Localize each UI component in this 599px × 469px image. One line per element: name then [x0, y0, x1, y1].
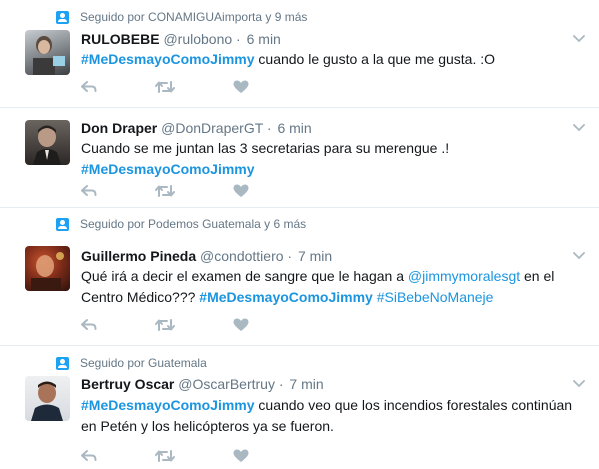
display-name[interactable]: RULOBEBE: [81, 31, 160, 47]
timestamp[interactable]: 6 min: [277, 120, 311, 136]
tweet-text-segment: Cuando se me juntan las 3 secretarias pa…: [81, 140, 450, 156]
context-line: Seguido por Guatemala: [56, 356, 207, 370]
retweet-icon[interactable]: [155, 184, 175, 198]
heart-icon[interactable]: [233, 318, 249, 332]
hashtag-link[interactable]: #SiBebeNoManeje: [377, 289, 494, 305]
timestamp[interactable]: 7 min: [298, 248, 332, 264]
avatar[interactable]: [25, 30, 70, 75]
person-icon: [56, 10, 69, 24]
tweet-text: Qué irá a decir el examen de sangre que …: [81, 266, 581, 308]
tweet-text: #MeDesmayoComoJimmy cuando le gusto a la…: [81, 49, 581, 70]
separator-dot: ·: [287, 248, 293, 264]
avatar-image: [33, 36, 65, 75]
separator-dot: ·: [278, 376, 284, 392]
person-icon: [56, 356, 69, 370]
avatar-image: [31, 252, 64, 291]
tweet[interactable]: Seguido por Guatemala Bertruy Oscar @Osc…: [0, 346, 599, 469]
context-line: Seguido por CONAMIGUAimporta y 9 más: [56, 10, 307, 24]
user-handle[interactable]: @rulobono: [163, 31, 232, 47]
heart-icon[interactable]: [233, 184, 249, 198]
display-name[interactable]: Guillermo Pineda: [81, 248, 196, 264]
reply-icon[interactable]: [81, 80, 97, 94]
chevron-down-icon[interactable]: [573, 35, 585, 43]
tweet-actions: [81, 449, 307, 463]
tweet-text-segment: cuando le gusto a la que me gusta. :O: [254, 51, 496, 67]
user-handle[interactable]: @OscarBertruy: [178, 376, 275, 392]
retweet-icon[interactable]: [155, 318, 175, 332]
chevron-down-icon[interactable]: [573, 380, 585, 388]
user-handle[interactable]: @condottiero: [200, 248, 283, 264]
tweet-header: RULOBEBE @rulobono · 6 min: [81, 31, 281, 47]
tweet-header: Don Draper @DonDraperGT · 6 min: [81, 120, 312, 136]
person-icon: [56, 217, 69, 231]
chevron-down-icon[interactable]: [573, 252, 585, 260]
hashtag-link[interactable]: #MeDesmayoComoJimmy: [81, 397, 255, 413]
hashtag-link[interactable]: #MeDesmayoComoJimmy: [81, 51, 255, 67]
user-handle[interactable]: @DonDraperGT: [161, 120, 263, 136]
timestamp[interactable]: 6 min: [247, 31, 281, 47]
retweet-icon[interactable]: [155, 449, 175, 463]
separator-dot: ·: [236, 31, 241, 47]
tweet-header: Bertruy Oscar @OscarBertruy · 7 min: [81, 376, 324, 392]
context-text: Seguido por CONAMIGUAimporta y 9 más: [80, 10, 308, 24]
avatar[interactable]: [25, 246, 70, 291]
tweet[interactable]: Don Draper @DonDraperGT · 6 min Cuando s…: [0, 108, 599, 208]
tweet-text-segment: Qué irá a decir el examen de sangre que …: [81, 268, 408, 284]
reply-icon[interactable]: [81, 318, 97, 332]
tweet-actions: [81, 184, 307, 198]
avatar[interactable]: [25, 120, 70, 165]
hashtag-link[interactable]: #MeDesmayoComoJimmy: [199, 289, 373, 305]
avatar-image: [31, 381, 63, 421]
timestamp[interactable]: 7 min: [289, 376, 323, 392]
context-text: Seguido por Podemos Guatemala y 6 más: [80, 217, 307, 231]
retweet-icon[interactable]: [155, 80, 175, 94]
display-name[interactable]: Bertruy Oscar: [81, 376, 174, 392]
context-text: Seguido por Guatemala: [80, 356, 207, 370]
avatar[interactable]: [25, 376, 70, 421]
chevron-down-icon[interactable]: [573, 124, 585, 132]
hashtag-link[interactable]: #MeDesmayoComoJimmy: [81, 161, 255, 177]
avatar-image: [33, 125, 61, 165]
context-line: Seguido por Podemos Guatemala y 6 más: [56, 217, 306, 231]
tweet-text: #MeDesmayoComoJimmy cuando veo que los i…: [81, 395, 581, 437]
mention-link[interactable]: @jimmymoralesgt: [408, 268, 520, 284]
heart-icon[interactable]: [233, 449, 249, 463]
tweet[interactable]: Seguido por CONAMIGUAimporta y 9 más RUL…: [0, 0, 599, 108]
tweet-header: Guillermo Pineda @condottiero · 7 min: [81, 248, 332, 264]
reply-icon[interactable]: [81, 449, 97, 463]
heart-icon[interactable]: [233, 80, 249, 94]
display-name[interactable]: Don Draper: [81, 120, 157, 136]
separator-dot: ·: [266, 120, 272, 136]
reply-icon[interactable]: [81, 184, 97, 198]
tweet-actions: [81, 318, 307, 332]
tweet[interactable]: Seguido por Podemos Guatemala y 6 más Gu…: [0, 208, 599, 346]
tweet-actions: [81, 80, 307, 94]
tweet-text: Cuando se me juntan las 3 secretarias pa…: [81, 138, 581, 180]
